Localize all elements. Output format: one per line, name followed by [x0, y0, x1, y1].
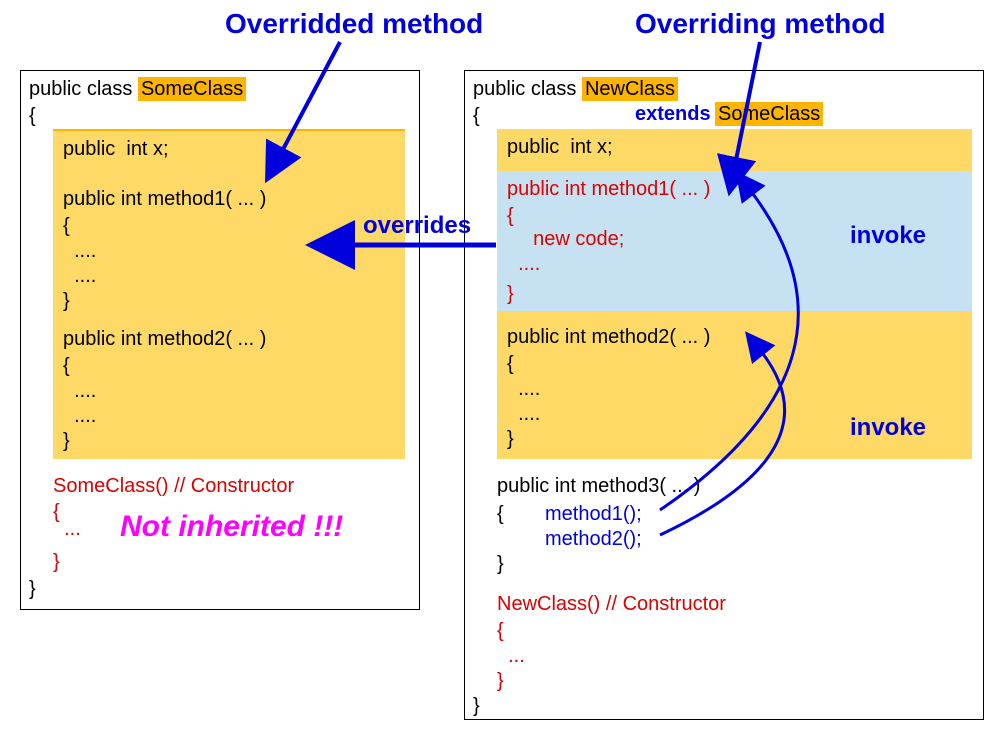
- right-m1-sig: public int method1( ... ): [507, 176, 710, 202]
- extends-keyword: extends: [635, 103, 711, 125]
- overrides-label: overrides: [363, 210, 471, 241]
- right-field: public int x;: [507, 134, 613, 160]
- right-m2-body2: ....: [507, 401, 540, 427]
- left-open-brace: {: [29, 103, 36, 129]
- right-super-name: SomeClass: [715, 102, 823, 126]
- right-ctor-body: ...: [497, 643, 525, 669]
- overriding-title: Overriding method: [635, 8, 885, 40]
- right-m2-body1: ....: [507, 376, 540, 402]
- overridded-title: Overridded method: [225, 8, 483, 40]
- left-decl-keyword: public class: [29, 78, 138, 100]
- right-class-name: NewClass: [582, 77, 678, 101]
- right-inherit-block: public int x; public int method1( ... ) …: [497, 129, 972, 459]
- right-decl-keyword: public class: [473, 78, 582, 100]
- left-m1-body1: ....: [63, 238, 96, 264]
- right-m1-body2: ....: [507, 251, 540, 277]
- right-m2-sig: public int method2( ... ): [507, 324, 710, 350]
- left-m1-sig: public int method1( ... ): [63, 186, 266, 212]
- left-field: public int x;: [63, 136, 169, 162]
- right-ctor-sig: NewClass() // Constructor: [497, 591, 726, 617]
- invoke2-label: invoke: [850, 412, 926, 443]
- right-open-brace: {: [473, 103, 480, 129]
- not-inherited-label: Not inherited !!!: [120, 510, 343, 544]
- left-m1-body2: ....: [63, 263, 96, 289]
- left-ctor-body: ...: [53, 516, 81, 542]
- right-ctor-open: {: [497, 618, 504, 644]
- right-m1-open: {: [507, 203, 514, 229]
- right-m3-sig: public int method3( ... ): [497, 473, 700, 499]
- right-class-box: public class NewClass { extends SomeClas…: [464, 70, 984, 720]
- left-m1-open: {: [63, 213, 70, 239]
- right-ctor-close: }: [497, 668, 504, 694]
- right-m3-close: }: [497, 551, 504, 577]
- left-ctor-sig: SomeClass() // Constructor: [53, 473, 294, 499]
- right-m3-call2: method2();: [545, 526, 642, 552]
- invoke1-label: invoke: [850, 220, 926, 251]
- left-ctor-close: }: [53, 549, 60, 575]
- right-m3-call1: method1();: [545, 501, 642, 527]
- right-m1-body1: new code;: [522, 226, 624, 252]
- left-m2-open: {: [63, 353, 70, 379]
- right-m1-close: }: [507, 281, 514, 307]
- left-inherited-block: public int x; public int method1( ... ) …: [53, 129, 405, 459]
- left-m2-body1: ....: [63, 378, 96, 404]
- right-m3-open: {: [497, 501, 504, 527]
- left-m2-body2: ....: [63, 403, 96, 429]
- left-m1-close: }: [63, 288, 70, 314]
- left-class-name: SomeClass: [138, 77, 246, 101]
- left-m2-sig: public int method2( ... ): [63, 326, 266, 352]
- right-close-brace: }: [473, 693, 480, 719]
- right-m2-open: {: [507, 351, 514, 377]
- left-close-brace: }: [29, 576, 36, 602]
- left-m2-close: }: [63, 428, 70, 454]
- right-m2-close: }: [507, 426, 514, 452]
